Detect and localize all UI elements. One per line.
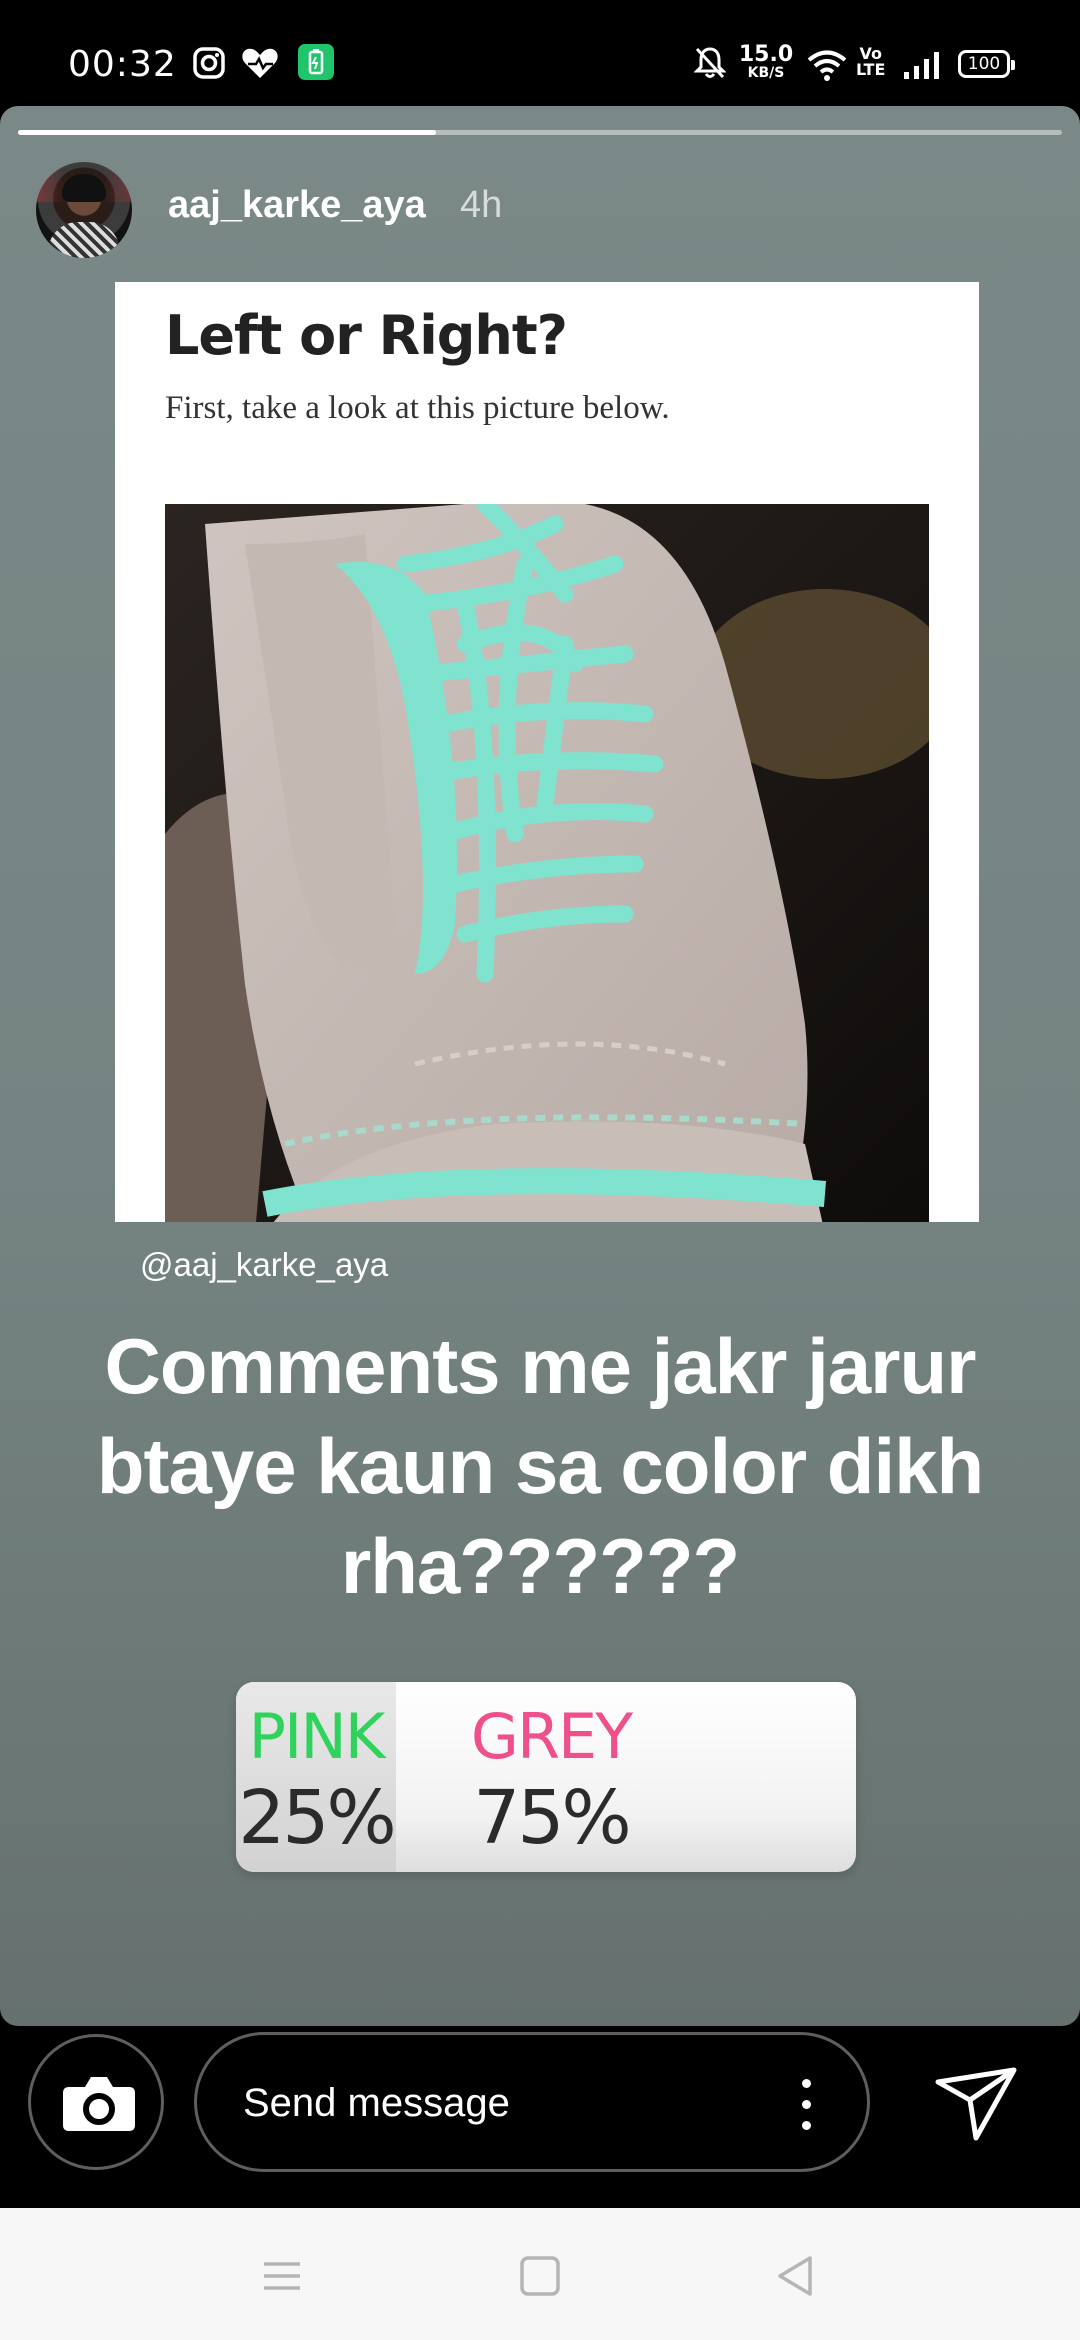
wifi-icon	[807, 50, 847, 81]
reply-bar: Send message	[0, 2026, 1080, 2208]
poll-option-label: PINK	[248, 1700, 386, 1773]
instagram-icon	[193, 47, 225, 79]
avatar[interactable]	[36, 162, 132, 258]
menu-icon[interactable]	[254, 2248, 310, 2304]
camera-icon	[63, 2077, 135, 2131]
story-viewer[interactable]: aaj_karke_aya 4h Left or Right? First, t…	[0, 106, 1080, 2026]
send-message-input[interactable]: Send message	[194, 2032, 870, 2172]
poll-option-label: GREY	[470, 1700, 633, 1773]
send-icon[interactable]	[930, 2056, 1022, 2148]
story-time-ago: 4h	[460, 184, 503, 226]
network-speed: 15.0 KB/S	[738, 42, 794, 81]
network-speed-value: 15.0	[738, 42, 794, 67]
post-subtitle: First, take a look at this picture below…	[165, 390, 670, 426]
story-username[interactable]: aaj_karke_aya	[168, 184, 426, 227]
volte-bottom: LTE	[856, 60, 886, 79]
story-progress-track	[18, 130, 1062, 135]
system-nav-bar	[0, 2208, 1080, 2340]
back-icon[interactable]	[768, 2248, 824, 2304]
poll-sticker[interactable]: PINK 25% GREY 75%	[236, 1682, 856, 1872]
poll-option-percent: 25%	[238, 1775, 396, 1861]
signal-icon	[904, 52, 939, 79]
poll-option-grey[interactable]: GREY 75%	[396, 1682, 856, 1872]
status-bar: 00:32 15.0 KB/S Vo LTE 100	[0, 0, 1080, 106]
post-title: Left or Right?	[165, 304, 568, 367]
mention-sticker[interactable]: @aaj_karke_aya	[140, 1246, 388, 1284]
battery-saver-icon	[298, 44, 334, 80]
volte-indicator: Vo LTE	[856, 46, 885, 78]
shoe-photo	[165, 504, 929, 1222]
status-time: 00:32	[68, 44, 177, 85]
battery-icon: 100	[958, 50, 1015, 78]
mute-icon	[694, 47, 726, 79]
shared-post-card[interactable]: Left or Right? First, take a look at thi…	[115, 282, 979, 1222]
story-caption: Comments me jakr jarur btaye kaun sa col…	[96, 1322, 984, 1610]
story-progress-fill	[18, 130, 436, 135]
heart-icon	[242, 48, 278, 78]
network-speed-unit: KB/S	[747, 65, 785, 81]
camera-button[interactable]	[28, 2034, 164, 2170]
send-message-placeholder: Send message	[243, 2081, 510, 2125]
more-options-button[interactable]	[787, 2075, 827, 2135]
poll-option-percent: 75%	[473, 1775, 631, 1861]
home-icon[interactable]	[512, 2248, 568, 2304]
poll-option-pink[interactable]: PINK 25%	[236, 1682, 396, 1872]
